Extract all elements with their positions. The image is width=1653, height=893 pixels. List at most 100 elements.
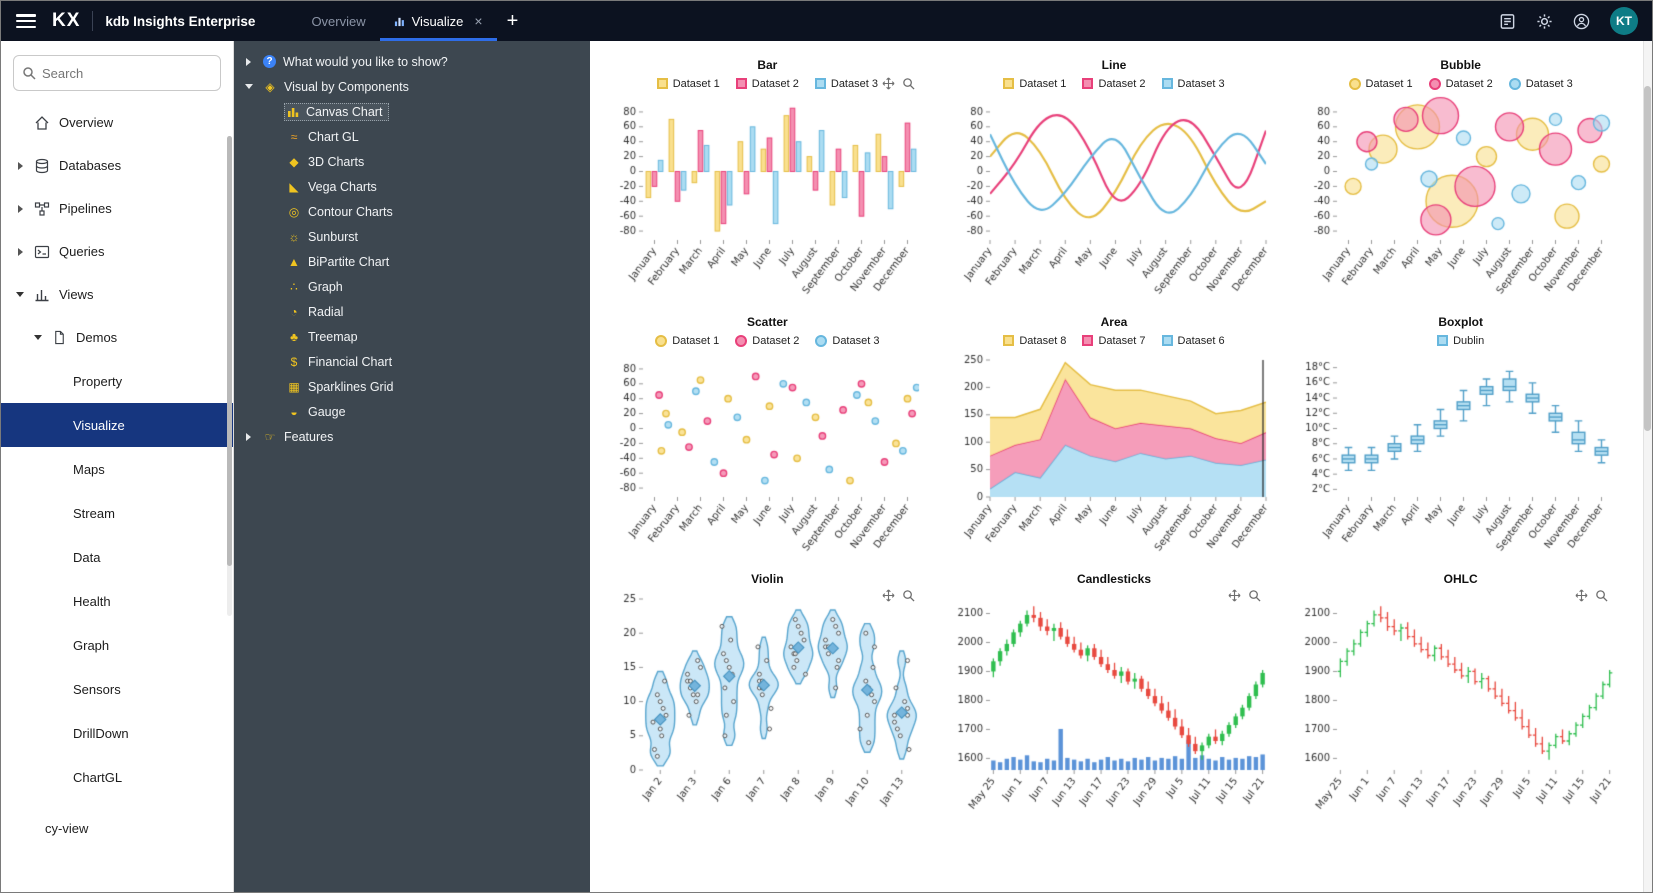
sidebar-item-queries[interactable]: Queries <box>1 230 233 273</box>
sidebar-item-demos[interactable]: Demos <box>1 316 233 359</box>
boxplot-chart-canvas[interactable] <box>1294 350 1627 563</box>
legend-item[interactable]: Dataset 1 <box>656 78 720 90</box>
user-info-icon[interactable] <box>1573 13 1590 30</box>
chevron-right-icon[interactable] <box>17 204 23 213</box>
tree-item-sparklines-grid[interactable]: ▦ Sparklines Grid <box>234 374 590 399</box>
tree-item-what-would-you-like-to-show[interactable]: ? What would you like to show? <box>234 49 590 74</box>
main-scrollbar[interactable] <box>1643 41 1652 892</box>
sidebar-item-drilldown[interactable]: DrillDown <box>1 711 233 755</box>
legend-item[interactable]: Dublin <box>1437 335 1484 347</box>
scatter-chart-canvas[interactable] <box>601 350 934 563</box>
topbar-actions: KT <box>1499 7 1638 35</box>
pan-icon[interactable] <box>882 77 895 90</box>
sidebar-item-label: DrillDown <box>73 725 129 741</box>
chart-card-line: Line Dataset 1 Dataset 2 Dataset 3 <box>941 49 1288 306</box>
tree-item-contour-charts[interactable]: ◎ Contour Charts <box>234 199 590 224</box>
legend-item[interactable]: Dataset 7 <box>1082 335 1146 347</box>
legend-item[interactable]: Dataset 1 <box>1003 78 1066 90</box>
sidebar-item-views[interactable]: Views <box>1 273 233 316</box>
sidebar-scrollbar[interactable] <box>227 136 232 616</box>
legend-item[interactable]: Dataset 8 <box>1003 335 1066 347</box>
sidebar-item-maps[interactable]: Maps <box>1 447 233 491</box>
bar-chart-canvas[interactable] <box>601 93 934 306</box>
sidebar-item-sensors[interactable]: Sensors <box>1 667 233 711</box>
legend-item[interactable]: Dataset 2 <box>1428 77 1493 90</box>
tab-visualize[interactable]: Visualize × <box>380 1 497 41</box>
zoom-icon[interactable] <box>1248 589 1261 602</box>
sidebar-item-stream[interactable]: Stream <box>1 491 233 535</box>
tree-item-3d-charts[interactable]: ◆ 3D Charts <box>234 149 590 174</box>
sidebar-item-property[interactable]: Property <box>1 359 233 403</box>
tree-item-canvas-chart[interactable]: Canvas Chart <box>234 99 590 124</box>
sidebar-item-label: Views <box>59 287 94 302</box>
new-tab-button[interactable]: + <box>507 11 519 31</box>
legend-item[interactable]: Dataset 2 <box>735 78 799 90</box>
charts-grid: Bar Dataset 1 Dataset 2 Dataset 3 Line Datase… <box>590 41 1652 822</box>
sidebar-item-overview[interactable]: Overview <box>1 101 233 144</box>
tree-expanded-arrow-icon[interactable] <box>244 84 253 89</box>
chart-toolbar <box>882 589 915 602</box>
zoom-icon[interactable] <box>1595 589 1608 602</box>
tree-item-radial[interactable]: ◔ Radial <box>234 299 590 324</box>
legend-swatch <box>814 78 826 89</box>
legend-item[interactable]: Dataset 1 <box>1348 77 1413 90</box>
sidebar-item-visualize[interactable]: Visualize <box>1 403 233 447</box>
pan-icon[interactable] <box>1575 589 1588 602</box>
search-input[interactable] <box>42 65 182 81</box>
chevron-right-icon[interactable] <box>17 247 23 256</box>
tree-item-features[interactable]: ☞ Features <box>234 424 590 449</box>
sidebar-item-data[interactable]: Data <box>1 535 233 579</box>
tree-item-financial-chart[interactable]: $ Financial Chart <box>234 349 590 374</box>
legend-item[interactable]: Dataset 3 <box>1508 77 1573 90</box>
legend-item[interactable]: Dataset 1 <box>655 334 719 347</box>
chevron-right-icon[interactable] <box>17 161 23 170</box>
legend-item[interactable]: Dataset 3 <box>1161 78 1225 90</box>
close-tab-icon[interactable]: × <box>474 13 482 29</box>
vega-charts-icon: ◣ <box>289 179 299 194</box>
legend-item[interactable]: Dataset 3 <box>814 78 878 90</box>
violin-chart-canvas[interactable] <box>601 589 934 822</box>
tree-item-gauge[interactable]: ◒ Gauge <box>234 399 590 424</box>
legend-item[interactable]: Dataset 3 <box>815 334 879 347</box>
zoom-icon[interactable] <box>902 589 915 602</box>
notes-icon[interactable] <box>1499 13 1516 30</box>
sidebar-item-health[interactable]: Health <box>1 579 233 623</box>
legend-label: Dataset 2 <box>752 334 800 347</box>
search-box <box>13 55 221 91</box>
chart-legend: Dataset 1 Dataset 2 Dataset 3 <box>1003 75 1225 92</box>
hamburger-menu-icon[interactable] <box>16 14 36 28</box>
ohlc-chart-canvas[interactable] <box>1294 589 1627 822</box>
area-chart-canvas[interactable] <box>947 350 1280 563</box>
avatar[interactable]: KT <box>1610 7 1638 35</box>
chart-title: Boxplot <box>1438 315 1483 329</box>
tree-collapsed-arrow-icon[interactable] <box>246 432 251 441</box>
line-chart-canvas[interactable] <box>947 93 1280 306</box>
gear-icon[interactable] <box>1536 13 1553 30</box>
tab-overview[interactable]: Overview <box>297 1 379 41</box>
tree-item-chart-gl[interactable]: ≈ Chart GL <box>234 124 590 149</box>
bubble-chart-canvas[interactable] <box>1294 93 1627 306</box>
tree-item-vega-charts[interactable]: ◣ Vega Charts <box>234 174 590 199</box>
tree-item-sunburst[interactable]: ☼ Sunburst <box>234 224 590 249</box>
zoom-icon[interactable] <box>902 77 915 90</box>
pan-icon[interactable] <box>882 589 895 602</box>
legend-item[interactable]: Dataset 2 <box>1082 78 1146 90</box>
candlesticks-chart-canvas[interactable] <box>947 589 1280 822</box>
pan-icon[interactable] <box>1228 589 1241 602</box>
sidebar-item-chartgl[interactable]: ChartGL <box>1 755 233 799</box>
legend-item[interactable]: Dataset 2 <box>735 334 800 347</box>
tree-item-bipartite-chart[interactable]: ▲ BiPartite Chart <box>234 249 590 274</box>
tree-item-graph[interactable]: ∴ Graph <box>234 274 590 299</box>
sidebar-item-graph[interactable]: Graph <box>1 623 233 667</box>
sidebar-item-cy-view[interactable]: cy-view <box>1 813 233 843</box>
chevron-down-icon[interactable] <box>16 292 24 297</box>
sidebar-item-databases[interactable]: Databases <box>1 144 233 187</box>
chevron-down-icon[interactable] <box>34 335 42 340</box>
tree-collapsed-arrow-icon[interactable] <box>246 57 251 66</box>
tree-item-treemap[interactable]: ♣ Treemap <box>234 324 590 349</box>
document-icon <box>52 330 67 345</box>
legend-item[interactable]: Dataset 6 <box>1161 335 1225 347</box>
tree-item-visual-by-components[interactable]: ◈ Visual by Components <box>234 74 590 99</box>
sidebar-item-pipelines[interactable]: Pipelines <box>1 187 233 230</box>
tree-item-label: Vega Charts <box>308 179 377 194</box>
